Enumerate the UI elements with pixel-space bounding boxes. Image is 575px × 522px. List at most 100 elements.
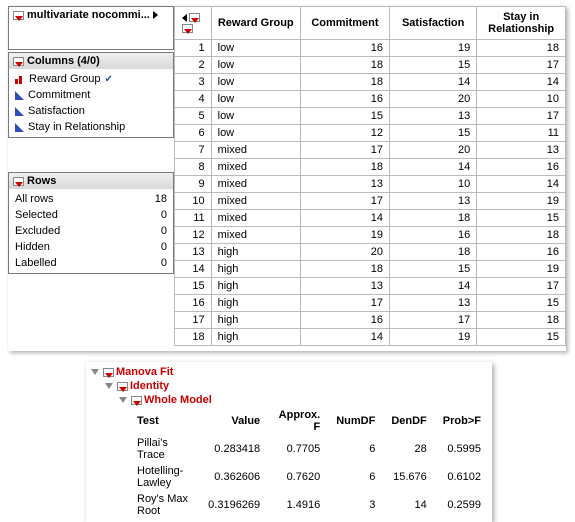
- cell[interactable]: 19: [477, 193, 566, 210]
- cell[interactable]: 15: [477, 295, 566, 312]
- cell[interactable]: 16: [300, 40, 389, 57]
- rows-header[interactable]: Rows: [9, 173, 173, 189]
- cell[interactable]: 13: [390, 193, 477, 210]
- cell[interactable]: 14: [477, 74, 566, 91]
- column-header[interactable]: Commitment: [300, 7, 389, 40]
- cell[interactable]: 15: [300, 108, 389, 125]
- column-header[interactable]: Satisfaction: [390, 7, 477, 40]
- row-number[interactable]: 9: [175, 176, 212, 193]
- row-number[interactable]: 11: [175, 210, 212, 227]
- cell[interactable]: 13: [390, 108, 477, 125]
- cell[interactable]: 16: [390, 227, 477, 244]
- row-number[interactable]: 17: [175, 312, 212, 329]
- cell[interactable]: 15: [390, 125, 477, 142]
- cell[interactable]: 17: [477, 278, 566, 295]
- table-corner[interactable]: [175, 7, 212, 40]
- cell[interactable]: mixed: [211, 176, 300, 193]
- column-header[interactable]: Stay inRelationship: [477, 7, 566, 40]
- cell[interactable]: 17: [477, 108, 566, 125]
- row-number[interactable]: 14: [175, 261, 212, 278]
- cell[interactable]: 15: [477, 210, 566, 227]
- column-item[interactable]: Satisfaction: [11, 103, 171, 119]
- cell[interactable]: 13: [477, 142, 566, 159]
- disclosure-icon[interactable]: [103, 368, 114, 377]
- row-number[interactable]: 16: [175, 295, 212, 312]
- cell[interactable]: 18: [300, 57, 389, 74]
- cell[interactable]: 17: [300, 295, 389, 312]
- table-row[interactable]: 7mixed172013: [175, 142, 566, 159]
- cell[interactable]: mixed: [211, 193, 300, 210]
- row-number[interactable]: 3: [175, 74, 212, 91]
- cell[interactable]: low: [211, 125, 300, 142]
- table-row[interactable]: 2low181517: [175, 57, 566, 74]
- cell[interactable]: high: [211, 261, 300, 278]
- column-header[interactable]: Reward Group: [211, 7, 300, 40]
- cell[interactable]: 17: [300, 142, 389, 159]
- file-header[interactable]: multivariate nocommi...: [9, 7, 173, 23]
- cell[interactable]: 18: [300, 261, 389, 278]
- cell[interactable]: 14: [300, 329, 389, 346]
- row-number[interactable]: 13: [175, 244, 212, 261]
- table-row[interactable]: 14high181519: [175, 261, 566, 278]
- cell[interactable]: 10: [390, 176, 477, 193]
- cell[interactable]: 18: [477, 40, 566, 57]
- disclosure-icon[interactable]: [117, 382, 128, 391]
- cell[interactable]: mixed: [211, 210, 300, 227]
- triangle-down-icon[interactable]: [91, 369, 99, 375]
- table-row[interactable]: 6low121511: [175, 125, 566, 142]
- cell[interactable]: 13: [300, 176, 389, 193]
- disclosure-icon[interactable]: [13, 177, 24, 186]
- disclosure-icon[interactable]: [131, 396, 142, 405]
- wholemodel-header[interactable]: Whole Model: [117, 393, 489, 407]
- cell[interactable]: low: [211, 57, 300, 74]
- disclosure-icon[interactable]: [13, 57, 24, 66]
- cell[interactable]: 13: [300, 278, 389, 295]
- cell[interactable]: low: [211, 40, 300, 57]
- cell[interactable]: 15: [390, 57, 477, 74]
- cell[interactable]: high: [211, 295, 300, 312]
- cell[interactable]: 14: [300, 210, 389, 227]
- table-row[interactable]: 15high131417: [175, 278, 566, 295]
- table-row[interactable]: 11mixed141815: [175, 210, 566, 227]
- cell[interactable]: low: [211, 74, 300, 91]
- table-row[interactable]: 4low162010: [175, 91, 566, 108]
- column-item[interactable]: Stay in Relationship: [11, 119, 171, 135]
- cell[interactable]: 10: [477, 91, 566, 108]
- cell[interactable]: 17: [300, 193, 389, 210]
- cell[interactable]: 18: [300, 74, 389, 91]
- column-item[interactable]: Reward Group✔: [11, 71, 171, 87]
- cell[interactable]: low: [211, 91, 300, 108]
- row-number[interactable]: 2: [175, 57, 212, 74]
- cell[interactable]: 16: [477, 244, 566, 261]
- cell[interactable]: 20: [300, 244, 389, 261]
- cell[interactable]: 14: [390, 74, 477, 91]
- cell[interactable]: 14: [390, 278, 477, 295]
- table-row[interactable]: 18high141915: [175, 329, 566, 346]
- cell[interactable]: 17: [390, 312, 477, 329]
- cell[interactable]: 18: [300, 159, 389, 176]
- cell[interactable]: 18: [390, 244, 477, 261]
- table-row[interactable]: 5low151317: [175, 108, 566, 125]
- disclosure-icon[interactable]: [13, 11, 24, 20]
- cell[interactable]: 16: [477, 159, 566, 176]
- cell[interactable]: mixed: [211, 159, 300, 176]
- cell[interactable]: 19: [390, 329, 477, 346]
- cell[interactable]: 18: [390, 210, 477, 227]
- cell[interactable]: 15: [390, 261, 477, 278]
- table-row[interactable]: 1low161918: [175, 40, 566, 57]
- table-row[interactable]: 10mixed171319: [175, 193, 566, 210]
- triangle-down-icon[interactable]: [105, 383, 113, 389]
- cell[interactable]: 12: [300, 125, 389, 142]
- row-number[interactable]: 12: [175, 227, 212, 244]
- cell[interactable]: high: [211, 278, 300, 295]
- row-number[interactable]: 1: [175, 40, 212, 57]
- identity-header[interactable]: Identity: [103, 379, 489, 393]
- row-number[interactable]: 7: [175, 142, 212, 159]
- table-row[interactable]: 17high161718: [175, 312, 566, 329]
- cell[interactable]: 19: [477, 261, 566, 278]
- cell[interactable]: 16: [300, 91, 389, 108]
- table-row[interactable]: 16high171315: [175, 295, 566, 312]
- triangle-down-icon[interactable]: [119, 397, 127, 403]
- row-number[interactable]: 6: [175, 125, 212, 142]
- data-table[interactable]: Reward GroupCommitmentSatisfactionStay i…: [174, 6, 566, 346]
